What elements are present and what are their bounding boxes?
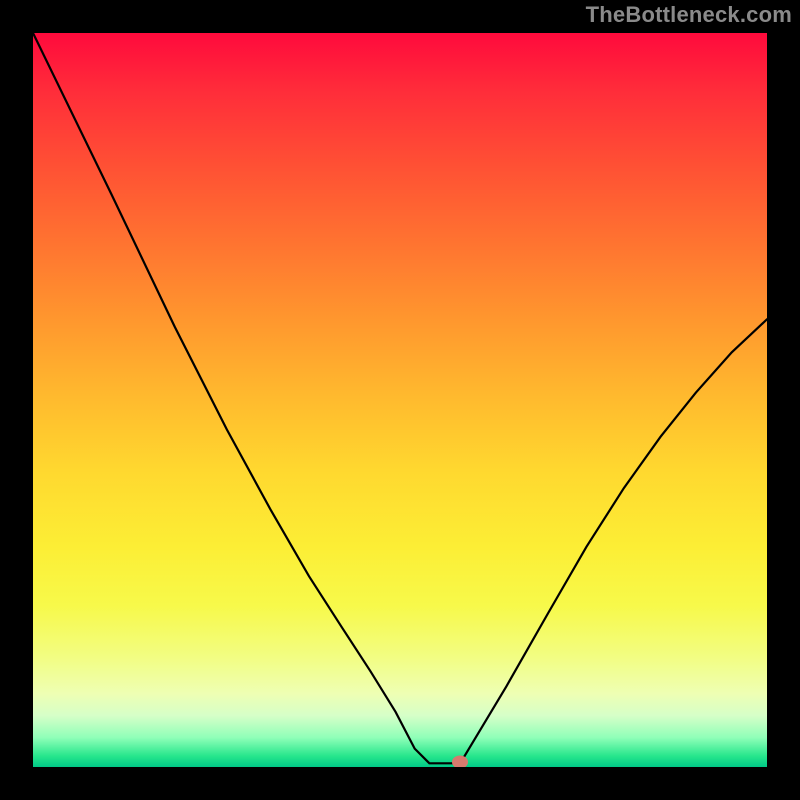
plot-area: [33, 33, 767, 767]
attribution-text: TheBottleneck.com: [586, 2, 792, 28]
curve-line: [33, 33, 767, 763]
chart-container: TheBottleneck.com: [0, 0, 800, 800]
optimum-marker: [452, 755, 468, 767]
bottleneck-curve: [33, 33, 767, 767]
